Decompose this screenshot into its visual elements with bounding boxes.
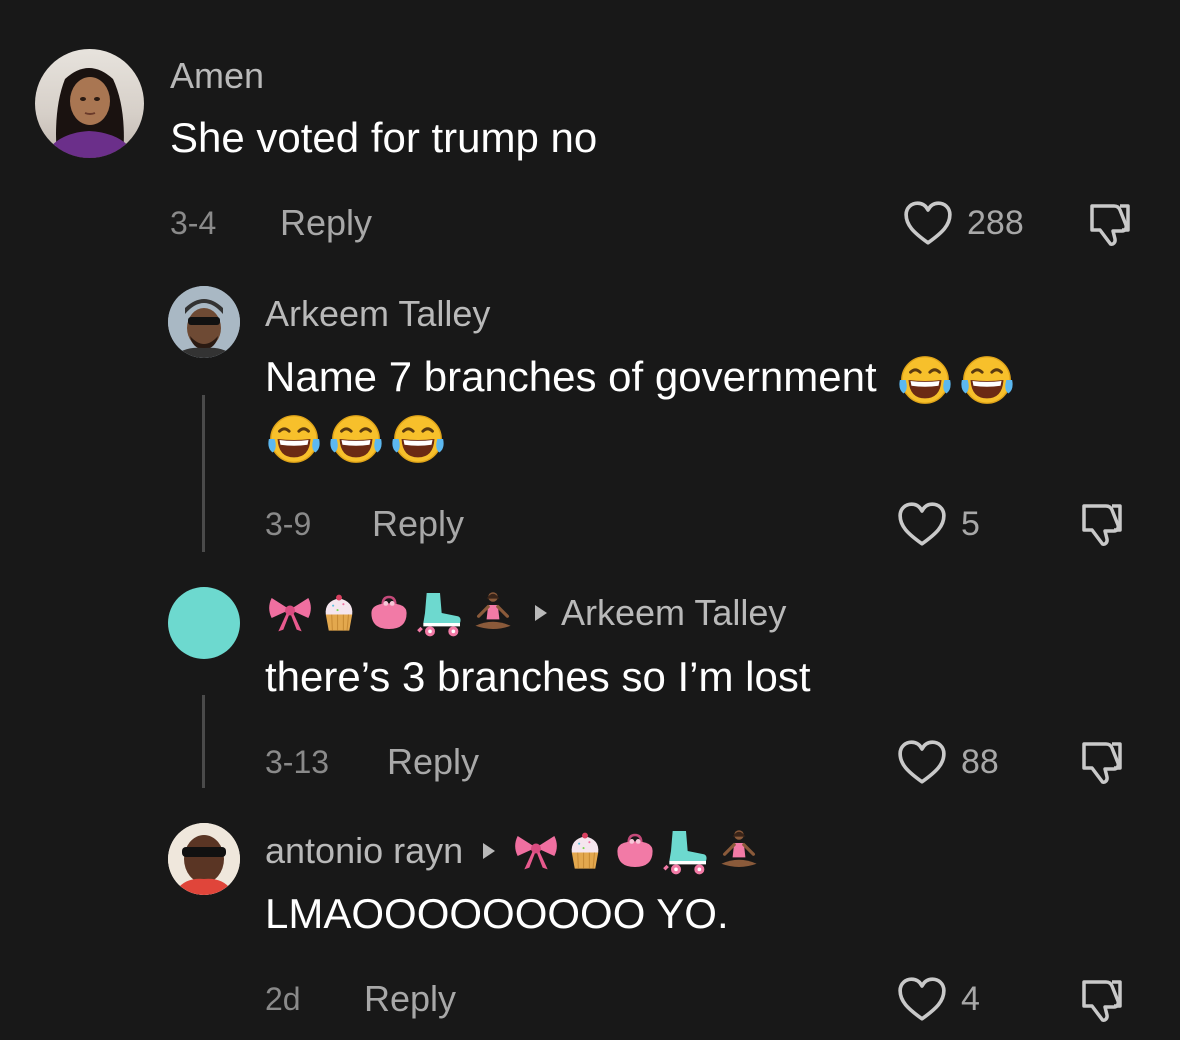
- thumbs-down-outline-icon[interactable]: [1086, 200, 1134, 248]
- heart-outline-icon: [897, 501, 947, 547]
- comment-text: LMAOOOOOOOOO YO.: [265, 890, 729, 937]
- reply-button[interactable]: Reply: [280, 203, 372, 243]
- like-button[interactable]: 4: [897, 976, 980, 1022]
- thumbs-down-outline-icon[interactable]: [1078, 500, 1126, 548]
- tears-of-joy-emoji: [327, 410, 385, 468]
- comment-text: Name 7 branches of government: [265, 347, 1016, 409]
- roller-skate-emoji: [661, 826, 711, 876]
- tears-of-joy-emoji: [896, 351, 954, 409]
- like-count: 88: [961, 743, 999, 781]
- avatar-arkeem-talley[interactable]: [168, 286, 240, 358]
- comment-username[interactable]: antonio rayn: [265, 831, 463, 871]
- ribbon-emoji: [265, 588, 315, 638]
- comment-text-line1: Name 7 branches of government: [265, 353, 877, 400]
- comment-date: 3-9: [265, 506, 312, 542]
- purse-emoji: [611, 826, 659, 876]
- tears-of-joy-emoji: [265, 410, 323, 468]
- comment-emoji-row: [265, 410, 447, 470]
- cupcake-emoji: [563, 826, 607, 876]
- avatar-teal[interactable]: [168, 587, 240, 659]
- comment-date: 3-13: [265, 744, 330, 780]
- like-count: 4: [961, 980, 980, 1018]
- like-button[interactable]: 288: [903, 200, 1024, 246]
- like-button[interactable]: 5: [897, 501, 980, 547]
- like-button[interactable]: 88: [897, 739, 999, 785]
- heart-outline-icon: [903, 200, 953, 246]
- reply-button[interactable]: Reply: [387, 742, 479, 782]
- comment-date: 3-4: [170, 205, 217, 241]
- purse-emoji: [365, 588, 413, 638]
- thread-line: [202, 395, 205, 552]
- thumbs-down-outline-icon[interactable]: [1078, 738, 1126, 786]
- thumbs-down-outline-icon[interactable]: [1078, 976, 1126, 1024]
- avatar-antonio-rayn[interactable]: [168, 823, 240, 895]
- reply-to-username[interactable]: Arkeem Talley: [561, 593, 786, 633]
- comment-username-row[interactable]: antonio rayn: [265, 826, 763, 876]
- heart-outline-icon: [897, 739, 947, 785]
- like-count: 288: [967, 204, 1024, 242]
- comment-username[interactable]: Amen: [170, 56, 264, 96]
- comment-username-emojis[interactable]: Arkeem Talley: [265, 588, 786, 638]
- person-in-lotus-position-emoji: [715, 826, 763, 876]
- triangle-right-icon: [535, 605, 547, 621]
- reply-button[interactable]: Reply: [372, 504, 464, 544]
- comment-text: She voted for trump no: [170, 114, 598, 161]
- comment-text: there’s 3 branches so I’m lost: [265, 653, 811, 700]
- cupcake-emoji: [317, 588, 361, 638]
- like-count: 5: [961, 505, 980, 543]
- person-in-lotus-position-emoji: [469, 588, 517, 638]
- heart-outline-icon: [897, 976, 947, 1022]
- roller-skate-emoji: [415, 588, 465, 638]
- ribbon-emoji: [511, 826, 561, 876]
- comment-username[interactable]: Arkeem Talley: [265, 294, 490, 334]
- thread-line: [202, 695, 205, 788]
- tears-of-joy-emoji: [389, 410, 447, 468]
- tears-of-joy-emoji: [958, 351, 1016, 409]
- avatar-amen[interactable]: [35, 49, 144, 158]
- reply-button[interactable]: Reply: [364, 979, 456, 1019]
- triangle-right-icon: [483, 843, 496, 859]
- comment-date: 2d: [265, 981, 301, 1017]
